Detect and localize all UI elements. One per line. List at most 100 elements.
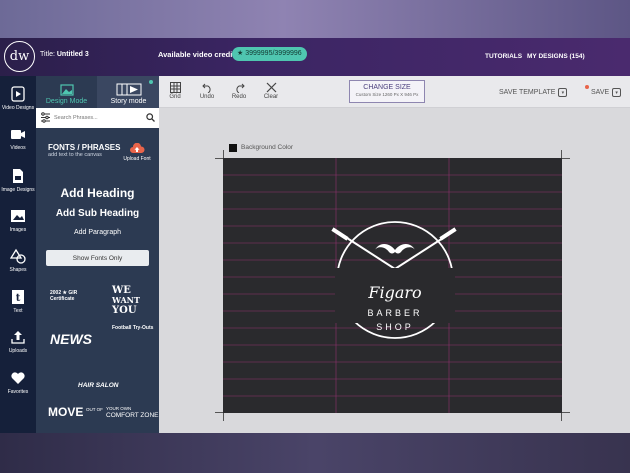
my-designs-link[interactable]: MY DESIGNS (154) [527, 53, 585, 60]
redo-label: Redo [231, 94, 247, 100]
crop-mark [561, 150, 562, 158]
fonts-phrases-title: FONTS / PHRASES [48, 143, 121, 152]
font-sample-hair-salon[interactable]: HAIR SALON [78, 382, 118, 389]
search-bar [36, 108, 159, 128]
image-icon [10, 208, 26, 224]
image-designs-icon [10, 168, 26, 184]
search-icon[interactable] [146, 113, 155, 122]
font-sample-comfort-zone[interactable]: COMFORT ZONE [106, 412, 158, 419]
nav-label: Shapes [9, 266, 27, 273]
crop-mark [561, 413, 562, 421]
nav-label: Video Designs [1, 104, 35, 111]
desktop-background-top [0, 0, 630, 38]
barber-shop-logo[interactable]: Figaro BARBER SHOP [223, 158, 562, 413]
nav-images[interactable]: Images [0, 200, 36, 240]
story-mode-label: Story mode [110, 98, 147, 105]
undo-label: Undo [199, 94, 215, 100]
canvas-workspace: Background Color Figaro BARBER SHOP [159, 108, 630, 433]
crop-mark [562, 412, 570, 413]
font-sample-want[interactable]: WANT [112, 295, 140, 305]
title-prefix: Title: [40, 51, 55, 58]
logo-script-text: Figaro [367, 283, 421, 302]
font-sample-news[interactable]: NEWS [50, 331, 92, 347]
background-color-label[interactable]: Background Color [241, 144, 293, 151]
story-mode-dot [149, 80, 153, 84]
crop-mark [562, 158, 570, 159]
nav-label: Image Designs [1, 186, 35, 193]
crop-mark [215, 158, 223, 159]
change-size-button[interactable]: CHANGE SIZE Custom Size 1260 Px X 946 Px [349, 80, 425, 103]
shapes-icon [10, 248, 26, 264]
upload-font-button[interactable]: Upload Font [122, 142, 152, 162]
film-play-icon [116, 83, 141, 96]
font-sample-you[interactable]: YOU [112, 305, 137, 316]
nav-label: Images [9, 226, 27, 233]
nav-video-designs[interactable]: Video Designs [0, 78, 36, 118]
font-sample-football[interactable]: Football Try-Outs [112, 325, 153, 331]
custom-size-label: Custom Size 1260 Px X 946 Px [355, 92, 419, 97]
grid-icon [169, 80, 181, 94]
fonts-phrases-subtitle: add text to the canvas [48, 152, 102, 158]
clear-label: Clear [263, 94, 279, 100]
undo-button[interactable]: Undo [193, 80, 221, 100]
font-sample-out-of[interactable]: OUT OF [86, 407, 103, 412]
show-fonts-only-button[interactable]: Show Fonts Only [46, 250, 149, 266]
save-label: SAVE [591, 89, 610, 96]
redo-icon [234, 80, 245, 94]
cloud-upload-icon [130, 142, 145, 153]
nav-text[interactable]: t Text [0, 281, 36, 321]
font-sample-certificate[interactable]: 2002 ★ GIR Certificate [50, 290, 80, 302]
nav-favorites[interactable]: Favorites [0, 362, 36, 402]
mode-switcher: Design Mode Story mode [36, 76, 159, 108]
design-canvas[interactable]: Figaro BARBER SHOP [223, 158, 562, 413]
grid-button[interactable]: Grid [161, 80, 189, 100]
chevron-down-icon: ▾ [612, 88, 622, 97]
nav-label: Text [13, 307, 23, 314]
add-heading-button[interactable]: Add Heading [36, 186, 159, 200]
credits-label: Available video credits [158, 50, 240, 59]
add-paragraph-button[interactable]: Add Paragraph [36, 229, 159, 236]
image-mode-icon [59, 84, 74, 96]
redo-button[interactable]: Redo [225, 80, 253, 100]
save-template-label: SAVE TEMPLATE [499, 89, 556, 96]
save-button[interactable]: SAVE ▾ [585, 85, 622, 97]
nav-image-designs[interactable]: Image Designs [0, 160, 36, 200]
document-title[interactable]: Title: Untitled 3 [40, 51, 89, 58]
video-designs-icon [10, 85, 26, 102]
save-dot [585, 85, 589, 89]
background-color-swatch[interactable] [229, 144, 237, 152]
upload-icon [10, 329, 26, 345]
crop-mark [215, 412, 223, 413]
editor-toolbar: Grid Undo Redo Clear CHANGE SIZE Custom … [159, 76, 630, 108]
title-value: Untitled 3 [56, 51, 89, 58]
nav-label: Uploads [8, 347, 28, 354]
filter-icon[interactable] [40, 112, 51, 123]
top-bar: dw Title: Untitled 3 Available video cre… [0, 38, 630, 76]
video-camera-icon [10, 126, 26, 142]
nav-label: Favorites [7, 388, 29, 395]
nav-uploads[interactable]: Uploads [0, 321, 36, 361]
crop-mark [223, 413, 224, 421]
svg-text:t: t [16, 293, 21, 304]
app-logo[interactable]: dw [4, 41, 35, 72]
heart-icon [10, 370, 26, 386]
clear-button[interactable]: Clear [257, 80, 285, 100]
app-logo-text: dw [9, 49, 30, 64]
font-sample-your-own[interactable]: YOUR OWN [106, 406, 131, 411]
tutorials-link[interactable]: TUTORIALS [485, 53, 522, 60]
undo-icon [201, 80, 213, 94]
save-template-button[interactable]: SAVE TEMPLATE ▾ [499, 88, 568, 97]
change-size-label: CHANGE SIZE [363, 84, 411, 91]
nav-label: Videos [10, 144, 26, 151]
nav-shapes[interactable]: Shapes [0, 240, 36, 280]
upload-font-label: Upload Font [123, 156, 151, 162]
close-icon [266, 80, 277, 94]
grid-label: Grid [169, 94, 181, 100]
text-panel: Design Mode Story mode FONTS / PHRASES a… [36, 76, 159, 433]
logo-line1-text: BARBER [367, 308, 422, 318]
nav-videos[interactable]: Videos [0, 118, 36, 158]
font-sample-move[interactable]: MOVE [48, 405, 83, 419]
add-sub-heading-button[interactable]: Add Sub Heading [36, 208, 159, 219]
search-input[interactable] [54, 112, 142, 124]
design-mode-tab[interactable]: Design Mode [36, 76, 97, 108]
